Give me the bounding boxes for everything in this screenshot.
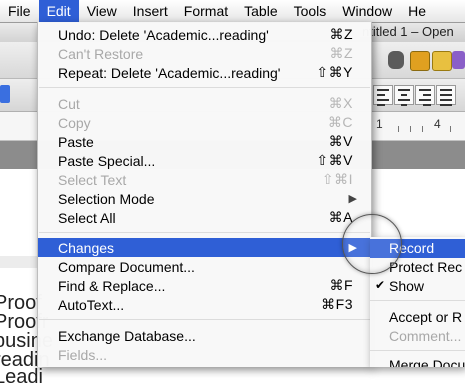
menu-item-label: Find & Replace... — [58, 277, 166, 294]
align-center-icon[interactable] — [394, 85, 414, 106]
ruler-tick — [398, 126, 399, 132]
submenu-item-accept-or-reject[interactable]: Accept or R — [370, 308, 465, 327]
document-line[interactable]: Leadi — [0, 366, 43, 388]
ruler-tick — [410, 126, 411, 132]
menu-item-shortcut: ⌘F — [329, 277, 353, 293]
window-title: ntitled 1 – Open — [360, 22, 465, 42]
menu-separator — [39, 87, 370, 88]
menu-item-copy: Copy ⌘C — [38, 113, 371, 132]
menu-tools[interactable]: Tools — [286, 0, 335, 22]
menu-edit[interactable]: Edit — [38, 0, 79, 22]
submenu-item-label: Accept or R — [389, 309, 463, 325]
menu-item-repeat[interactable]: Repeat: Delete 'Academic...reading' ⇧⌘Y — [38, 63, 371, 82]
menubar: File Edit View Insert Format Table Tools… — [0, 0, 465, 23]
menu-separator — [39, 319, 370, 320]
submenu-arrow-icon: ▶ — [348, 193, 357, 205]
menu-item-shortcut: ⌘Z — [329, 45, 353, 61]
ruler-number: 1 — [376, 117, 383, 131]
menu-item-fields: Fields... — [38, 345, 371, 364]
menu-item-paste[interactable]: Paste ⌘V — [38, 132, 371, 151]
menu-item-shortcut: ⌘V — [328, 133, 353, 149]
menu-item-label: Paste — [58, 133, 94, 150]
menu-format[interactable]: Format — [176, 0, 236, 22]
menu-item-shortcut: ⇧⌘V — [316, 152, 353, 168]
menu-item-shortcut: ⌘Z — [329, 26, 353, 42]
menu-item-shortcut: ⇧⌘Y — [316, 64, 353, 80]
menu-item-shortcut: ⌘X — [328, 95, 353, 111]
menu-table[interactable]: Table — [236, 0, 285, 22]
menu-item-compare-document[interactable]: Compare Document... — [38, 257, 371, 276]
submenu-item-label: Show — [389, 278, 425, 294]
menu-item-undo[interactable]: Undo: Delete 'Academic...reading' ⌘Z — [38, 25, 371, 44]
menu-item-restore: Can't Restore ⌘Z — [38, 44, 371, 63]
menu-item-shortcut: ⇧⌘I — [321, 171, 353, 187]
align-right-icon[interactable] — [415, 85, 435, 106]
menu-item-label: Paste Special... — [58, 152, 156, 169]
menu-item-label: Cut — [58, 95, 80, 112]
menu-item-label: Copy — [58, 114, 91, 131]
edit-menu: Undo: Delete 'Academic...reading' ⌘Z Can… — [37, 22, 372, 367]
submenu-item-label: Comment... — [389, 328, 462, 344]
navigator-icon[interactable] — [432, 51, 452, 71]
submenu-item-label: Merge Docu — [389, 357, 465, 367]
menu-item-label: Select Text — [58, 171, 127, 188]
menu-item-label: Exchange Database... — [58, 327, 196, 344]
menu-item-label: Fields... — [58, 346, 108, 363]
menu-help[interactable]: He — [400, 0, 434, 22]
menu-item-cut: Cut ⌘X — [38, 94, 371, 113]
menu-separator — [370, 350, 465, 351]
help-icon[interactable] — [452, 51, 465, 69]
menu-window[interactable]: Window — [334, 0, 400, 22]
menu-item-select-all[interactable]: Select All ⌘A — [38, 208, 371, 227]
menu-file[interactable]: File — [0, 0, 39, 22]
menu-item-label: Selection Mode — [58, 190, 155, 207]
menu-separator — [370, 300, 465, 301]
ruler-tick — [422, 126, 423, 132]
submenu-item-label: Protect Rec — [389, 259, 463, 275]
menu-item-autotext[interactable]: AutoText... ⌘F3 — [38, 295, 371, 314]
menu-item-label: AutoText... — [58, 296, 125, 313]
menu-item-exchange-database[interactable]: Exchange Database... — [38, 326, 371, 345]
menu-separator — [39, 232, 370, 233]
menu-item-label: Changes — [58, 239, 115, 256]
menu-item-label: Undo: Delete 'Academic...reading' — [58, 26, 269, 43]
menu-item-changes[interactable]: Changes ▶ — [38, 238, 371, 257]
binoculars-icon[interactable] — [388, 51, 404, 69]
menu-item-label: Repeat: Delete 'Academic...reading' — [58, 64, 281, 81]
menu-view[interactable]: View — [79, 0, 125, 22]
submenu-item-show[interactable]: ✔ Show — [370, 277, 465, 296]
ruler-number: 4 — [434, 117, 441, 131]
menu-insert[interactable]: Insert — [125, 0, 176, 22]
menu-item-label: Can't Restore — [58, 45, 144, 62]
align-left-icon[interactable] — [373, 85, 393, 106]
menu-item-selection-mode[interactable]: Selection Mode ▶ — [38, 189, 371, 208]
gallery-icon[interactable] — [410, 51, 430, 71]
submenu-item-merge-document[interactable]: Merge Docu — [370, 356, 465, 367]
checkmark-icon: ✔ — [375, 278, 386, 292]
style-dropdown-arrow-icon[interactable] — [0, 85, 10, 103]
menu-item-shortcut: ⌘F3 — [321, 296, 353, 312]
menu-item-paste-special[interactable]: Paste Special... ⇧⌘V — [38, 151, 371, 170]
menu-item-label: Select All — [58, 209, 116, 226]
justify-icon[interactable] — [436, 85, 456, 106]
submenu-item-comment: Comment... — [370, 327, 465, 346]
menu-item-find-replace[interactable]: Find & Replace... ⌘F — [38, 276, 371, 295]
ruler-tick — [450, 126, 451, 132]
cursor-highlight-circle — [342, 214, 402, 274]
menu-item-shortcut: ⌘C — [327, 114, 353, 130]
menu-item-label: Compare Document... — [58, 258, 195, 275]
menu-item-select-text: Select Text ⇧⌘I — [38, 170, 371, 189]
